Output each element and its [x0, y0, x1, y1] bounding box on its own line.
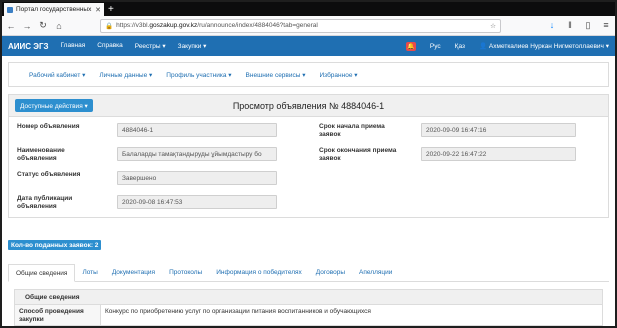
method-label: Способ проведения закупки — [15, 305, 101, 325]
menu-icon[interactable]: ≡ — [601, 20, 611, 31]
address-bar[interactable]: 🔒 https://v3bl.goszakup.gov.kz/ru/announ… — [100, 18, 501, 33]
method-value: Конкурс по приобретению услуг по организ… — [105, 308, 371, 315]
page-title: Просмотр объявления № 4884046-1 — [232, 100, 385, 111]
name-label: Наименование объявления — [17, 147, 65, 162]
download-icon[interactable]: ↓ — [547, 20, 557, 31]
end-label: Срок окончания приема заявок — [319, 147, 397, 162]
tab-strip: Портал государственных зак ✕ + — [2, 2, 615, 16]
url-text: https://v3bl.goszakup.gov.kz/ru/announce… — [116, 22, 318, 29]
applications-count-badge: Кол-во поданных заявок: 2 — [8, 240, 102, 250]
nav-bar: ← → ↻ ⌂ 🔒 https://v3bl.goszakup.gov.kz/r… — [2, 16, 615, 36]
start-label: Срок начала приема заявок — [319, 123, 385, 138]
home-icon[interactable]: ⌂ — [54, 21, 64, 31]
tab-title: Портал государственных зак — [16, 6, 92, 13]
number-label: Номер объявления — [17, 123, 80, 130]
tab-appeals[interactable]: Апелляции — [352, 263, 399, 281]
general-info-section: Общие сведения Способ проведения закупки… — [14, 289, 603, 326]
tab-contracts[interactable]: Договоры — [309, 263, 352, 281]
pubdate-field: 2020-09-08 16:47:53 — [117, 195, 277, 209]
pubdate-label: Дата публикации объявления — [17, 195, 73, 210]
menu-home[interactable]: Главная — [61, 42, 86, 50]
browser-window: Портал государственных зак ✕ + ← → ↻ ⌂ 🔒… — [2, 2, 615, 326]
menu-purchases[interactable]: Закупки ▾ — [178, 42, 207, 50]
notification-bell-icon[interactable]: 🔔 — [405, 41, 416, 51]
tabs-row: Общие сведения Лоты Документация Протоко… — [8, 262, 609, 282]
submenu-favorites[interactable]: Избранное ▾ — [320, 71, 358, 79]
tab-winners[interactable]: Информация о победителях — [209, 263, 309, 281]
new-tab-icon[interactable]: + — [108, 4, 114, 16]
number-field: 4884046-1 — [117, 123, 277, 137]
lang-ru[interactable]: Рус — [430, 43, 441, 50]
announcement-panel: Доступные действия ▾ Просмотр объявления… — [8, 94, 609, 218]
forward-icon[interactable]: → — [22, 21, 32, 31]
status-label: Статус объявления — [17, 171, 81, 178]
sidebar-icon[interactable]: ▯ — [583, 20, 593, 31]
brand-logo[interactable]: АИИС ЭГЗ — [8, 42, 49, 51]
star-icon[interactable]: ☆ — [490, 22, 496, 30]
submenu-cabinet[interactable]: Рабочий кабинет ▾ — [29, 71, 85, 79]
app-header: АИИС ЭГЗ Главная Справка Реестры ▾ Закуп… — [2, 36, 615, 56]
name-field: Балаларды тамақтандыруды ұйымдастыру бо — [117, 147, 277, 161]
reload-icon[interactable]: ↻ — [38, 20, 48, 31]
start-field: 2020-09-09 16:47:16 — [421, 123, 576, 137]
general-info-header: Общие сведения — [15, 290, 602, 305]
status-field: Завершено — [117, 171, 277, 185]
tab-documentation[interactable]: Документация — [105, 263, 162, 281]
end-field: 2020-09-22 16:47:22 — [421, 147, 576, 161]
tab-lots[interactable]: Лоты — [75, 263, 104, 281]
available-actions-button[interactable]: Доступные действия ▾ — [15, 99, 93, 112]
lock-icon: 🔒 — [105, 22, 114, 30]
user-menu[interactable]: 👤 Ахметкалиев Нуркан Нигметоллаевич ▾ — [479, 42, 609, 50]
sub-menu: Рабочий кабинет ▾ Личные данные ▾ Профил… — [8, 62, 609, 87]
lang-kz[interactable]: Қаз — [455, 43, 465, 50]
menu-help[interactable]: Справка — [97, 42, 123, 50]
submenu-personal[interactable]: Личные данные ▾ — [99, 71, 152, 79]
favicon-icon — [7, 6, 13, 13]
submenu-profile[interactable]: Профиль участника ▾ — [166, 71, 231, 79]
close-tab-icon[interactable]: ✕ — [95, 6, 101, 14]
back-icon[interactable]: ← — [6, 21, 16, 31]
tab-protocols[interactable]: Протоколы — [162, 263, 209, 281]
library-icon[interactable]: ‖ — [565, 20, 575, 31]
tab-general[interactable]: Общие сведения — [8, 264, 76, 282]
menu-registries[interactable]: Реестры ▾ — [135, 42, 166, 50]
submenu-services[interactable]: Внешние сервисы ▾ — [246, 71, 306, 79]
browser-tab[interactable]: Портал государственных зак ✕ — [4, 3, 104, 16]
